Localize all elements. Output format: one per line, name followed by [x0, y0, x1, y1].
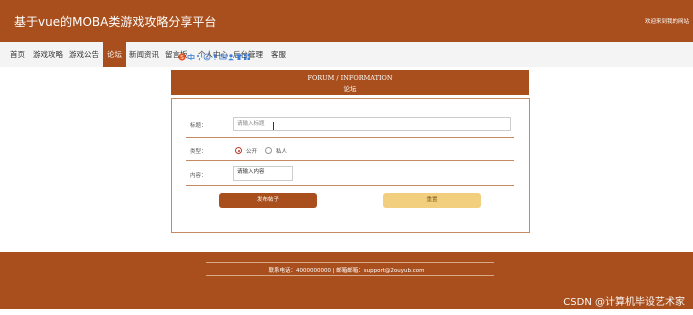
nav-item-news[interactable]: 新闻资讯 — [129, 42, 160, 67]
type-private-radio[interactable] — [265, 147, 272, 154]
ime-toolbar: S — [178, 53, 252, 63]
content-textarea[interactable]: 请输入内容 — [233, 166, 293, 181]
emoji-icon[interactable] — [203, 53, 211, 61]
type-public-radio[interactable] — [235, 147, 242, 154]
welcome-text: 欢迎来到我的网站 — [644, 19, 689, 25]
nav-item-customer-service[interactable]: 客服 — [271, 42, 287, 67]
content-label: 内容： — [190, 173, 207, 179]
text-cursor — [273, 122, 274, 130]
footer-divider-bottom — [206, 275, 494, 276]
title-label: 标题： — [190, 123, 207, 129]
nav-item-game-guides[interactable]: 游戏攻略 — [33, 42, 64, 67]
type-label: 类型： — [190, 149, 207, 155]
row-divider — [186, 137, 514, 138]
punctuation-icon[interactable] — [195, 53, 203, 61]
grid-icon[interactable] — [243, 53, 251, 61]
footer-contact: 联系电话：4000000000 | 邮箱邮箱：support@2ouyub.co… — [268, 268, 425, 274]
nav-item-home[interactable]: 首页 — [10, 42, 26, 67]
microphone-icon[interactable] — [211, 53, 219, 61]
row-divider — [186, 185, 514, 186]
publish-post-button[interactable]: 发布帖子 — [219, 193, 317, 208]
keyboard-icon[interactable] — [219, 53, 227, 61]
csdn-watermark: CSDN @计算机毕设艺术家 — [563, 297, 685, 308]
shirt-icon[interactable] — [235, 53, 243, 61]
section-header: FORUM / INFORMATION 论坛 — [171, 70, 529, 95]
footer-divider-top — [206, 262, 494, 263]
section-title-cn: 论坛 — [343, 85, 357, 93]
section-title-en: FORUM / INFORMATION — [307, 74, 393, 82]
type-public-label: 公开 — [246, 149, 258, 155]
reset-button[interactable]: 重置 — [383, 193, 481, 208]
nav-item-forum[interactable]: 论坛 — [103, 42, 126, 67]
chinese-zhong-icon[interactable] — [187, 53, 195, 61]
svg-text:S: S — [180, 55, 184, 61]
sogou-s-icon[interactable]: S — [178, 53, 186, 61]
site-title[interactable]: 基于vue的MOBA类游戏攻略分享平台 — [14, 13, 216, 30]
user-icon[interactable] — [227, 53, 235, 61]
nav-item-game-announcements[interactable]: 游戏公告 — [69, 42, 100, 67]
title-input[interactable]: 请输入标题 — [233, 117, 511, 131]
row-divider — [186, 160, 514, 161]
type-private-label: 私人 — [276, 149, 288, 155]
